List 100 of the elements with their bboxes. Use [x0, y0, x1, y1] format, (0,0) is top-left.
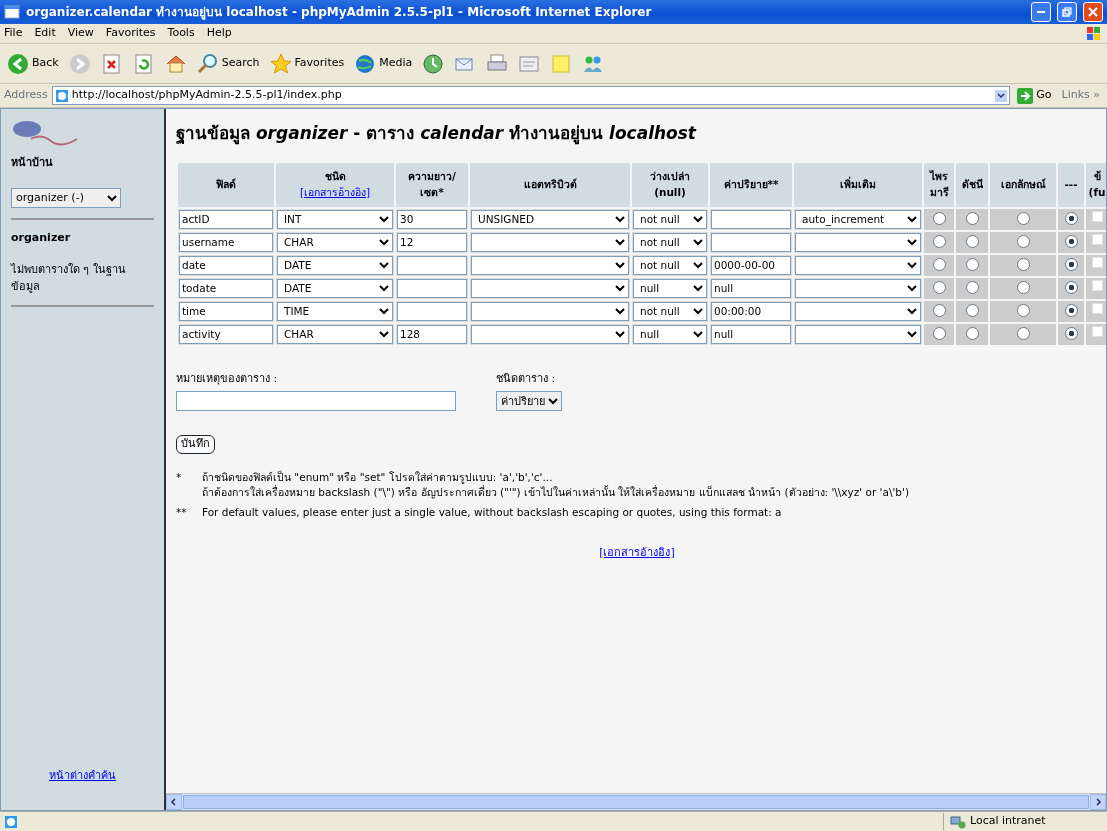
fulltext-checkbox[interactable] [1091, 279, 1103, 291]
type-select[interactable]: CHAR [277, 232, 393, 252]
horizontal-scrollbar[interactable] [166, 793, 1106, 810]
key-radio[interactable] [1064, 235, 1078, 249]
key-radio[interactable] [1016, 281, 1030, 295]
key-radio[interactable] [932, 304, 946, 318]
fulltext-checkbox[interactable] [1091, 210, 1103, 222]
key-radio[interactable] [1064, 281, 1078, 295]
key-radio[interactable] [932, 212, 946, 226]
key-radio[interactable] [1016, 304, 1030, 318]
key-radio[interactable] [1016, 212, 1030, 226]
type-select[interactable]: CHAR [277, 324, 393, 344]
home-link[interactable]: หน้าบ้าน [11, 155, 154, 172]
default-input[interactable]: 00:00:00 [711, 301, 791, 321]
default-input[interactable]: 0000-00-00 [711, 255, 791, 275]
null-select[interactable]: null [633, 278, 707, 298]
key-radio[interactable] [965, 304, 979, 318]
menu-item[interactable]: Favorites [105, 25, 156, 42]
key-radio[interactable] [1016, 258, 1030, 272]
key-radio[interactable] [965, 212, 979, 226]
query-window-link[interactable]: หน้าต่างคำค้น [11, 767, 154, 784]
length-input[interactable]: 12 [397, 232, 467, 252]
length-input[interactable] [397, 278, 467, 298]
field-name-input[interactable]: activity [179, 324, 273, 344]
table-type-select[interactable]: ค่าปริยาย [496, 391, 562, 411]
menu-item[interactable]: Edit [34, 25, 56, 42]
fulltext-checkbox[interactable] [1091, 256, 1103, 268]
null-select[interactable]: not null [633, 255, 707, 275]
column-header: ดัชนี [956, 162, 988, 207]
key-radio[interactable] [1016, 235, 1030, 249]
length-input[interactable]: 128 [397, 324, 467, 344]
key-radio[interactable] [965, 258, 979, 272]
default-input[interactable]: null [711, 324, 791, 344]
extra-select[interactable] [795, 255, 921, 275]
fulltext-checkbox[interactable] [1091, 233, 1103, 245]
close-button[interactable] [1083, 2, 1103, 22]
field-name-input[interactable]: actID [179, 209, 273, 229]
toolbar-button[interactable]: Favorites [266, 50, 348, 77]
attribute-select[interactable] [471, 278, 629, 298]
extra-select[interactable]: auto_increment [795, 209, 921, 229]
field-name-input[interactable]: todate [179, 278, 273, 298]
stop-icon [100, 52, 123, 75]
extra-select[interactable] [795, 232, 921, 252]
length-input[interactable] [397, 255, 467, 275]
key-radio[interactable] [932, 235, 946, 249]
back-button[interactable]: Back [4, 50, 62, 77]
field-name-input[interactable]: username [179, 232, 273, 252]
links-button[interactable]: Links » [1058, 85, 1103, 106]
search-button[interactable]: Search [193, 50, 263, 77]
type-select[interactable]: DATE [277, 278, 393, 298]
field-name-input[interactable]: date [179, 255, 273, 275]
attribute-select[interactable] [471, 255, 629, 275]
length-input[interactable] [397, 301, 467, 321]
key-radio[interactable] [1064, 212, 1078, 226]
null-select[interactable]: not null [633, 209, 707, 229]
maximize-button[interactable] [1057, 2, 1077, 22]
type-select[interactable]: TIME [277, 301, 393, 321]
attribute-select[interactable] [471, 232, 629, 252]
default-input[interactable] [711, 232, 791, 252]
minimize-button[interactable] [1031, 2, 1051, 22]
database-select[interactable]: organizer (-) [11, 187, 121, 208]
null-select[interactable]: not null [633, 232, 707, 252]
type-select[interactable]: DATE [277, 255, 393, 275]
key-radio[interactable] [965, 327, 979, 341]
documentation-link[interactable]: [เอกสารอ้างอิง] [299, 185, 371, 198]
field-name-input[interactable]: time [179, 301, 273, 321]
attribute-select[interactable] [471, 324, 629, 344]
documentation-link[interactable]: [เอกสารอ้างอิง] [599, 545, 675, 559]
database-name[interactable]: organizer [11, 229, 154, 246]
null-select[interactable]: not null [633, 301, 707, 321]
null-select[interactable]: null [633, 324, 707, 344]
default-input[interactable] [711, 209, 791, 229]
key-radio[interactable] [932, 281, 946, 295]
address-field[interactable]: http://localhost/phpMyAdmin-2.5.5-pl1/index.php [51, 86, 1011, 105]
length-input[interactable]: 30 [397, 209, 467, 229]
key-radio[interactable] [932, 327, 946, 341]
save-button[interactable]: บันทึก [176, 435, 215, 454]
key-radio[interactable] [932, 258, 946, 272]
comment-input[interactable] [176, 391, 456, 411]
type-select[interactable]: INT [277, 209, 393, 229]
key-radio[interactable] [965, 235, 979, 249]
key-radio[interactable] [1064, 304, 1078, 318]
fulltext-checkbox[interactable] [1091, 325, 1103, 337]
toolbar-button[interactable]: Media [351, 50, 416, 77]
extra-select[interactable] [795, 278, 921, 298]
extra-select[interactable] [795, 301, 921, 321]
key-radio[interactable] [1064, 327, 1078, 341]
menu-item[interactable]: File [4, 25, 23, 42]
attribute-select[interactable] [471, 301, 629, 321]
key-radio[interactable] [1016, 327, 1030, 341]
attribute-select[interactable]: UNSIGNED [471, 209, 629, 229]
extra-select[interactable] [795, 324, 921, 344]
menu-item[interactable]: Tools [167, 25, 195, 42]
key-radio[interactable] [965, 281, 979, 295]
default-input[interactable]: null [711, 278, 791, 298]
key-radio[interactable] [1064, 258, 1078, 272]
menu-item[interactable]: View [67, 25, 94, 42]
menu-item[interactable]: Help [206, 25, 232, 42]
go-button[interactable]: Go [1014, 85, 1055, 106]
fulltext-checkbox[interactable] [1091, 302, 1103, 314]
